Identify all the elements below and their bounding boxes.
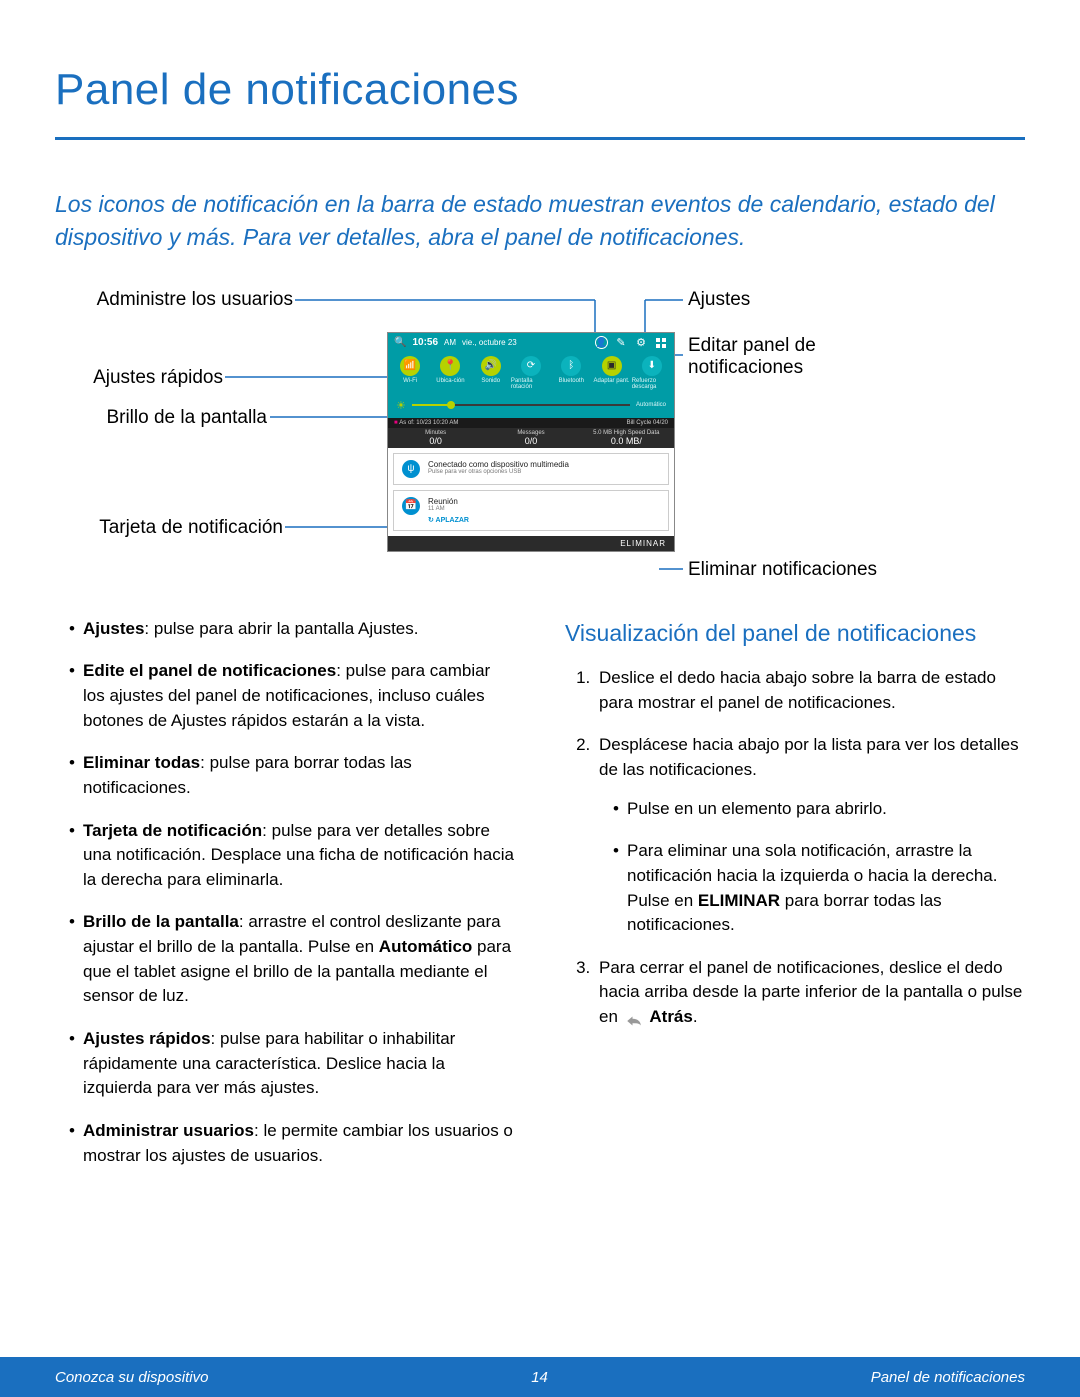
grid-icon [654,336,668,350]
list-item: Para cerrar el panel de notificaciones, … [595,956,1025,1030]
list-item: Eliminar todas: pulse para borrar todas … [69,751,515,800]
list-item: Edite el panel de notificaciones: pulse … [69,659,515,733]
rotation-icon: ⟳ [521,356,541,376]
footer-right: Panel de notificaciones [871,1369,1025,1386]
back-icon [625,1011,643,1025]
callout-notification-card: Tarjeta de notificación [55,517,283,539]
usb-icon: ψ [402,460,420,478]
gear-icon: ⚙ [634,336,648,350]
annotated-diagram: Administre los usuarios Ajustes rápidos … [55,287,1025,587]
sound-icon: 🔊 [481,356,501,376]
brightness-icon: ☀ [396,399,406,412]
brightness-slider: ☀ Automático [388,396,674,418]
adapt-icon: ▣ [602,356,622,376]
notification-card-calendar: 📅 Reunión 11 AM ↻ APLAZAR [393,490,669,531]
page-title: Panel de notificaciones [55,65,1025,140]
usage-row: Minutes0/0 Messages0/0 5.0 MB High Speed… [388,428,674,448]
bluetooth-icon: ᛒ [561,356,581,376]
list-item: Brillo de la pantalla: arrastre el contr… [69,910,515,1009]
callout-manage-users: Administre los usuarios [55,289,293,311]
list-item: Tarjeta de notificación: pulse para ver … [69,819,515,893]
callout-quick-settings: Ajustes rápidos [55,367,223,389]
notification-panel-mock: 🔍 10:56 AM vie., octubre 23 👤 ✎ ⚙ 📶Wi-Fi… [387,332,675,552]
settings-pencil-icon: ✎ [614,336,628,350]
intro-text: Los iconos de notificación en la barra d… [55,188,1025,255]
callout-settings: Ajustes [688,289,750,311]
location-icon: 📍 [440,356,460,376]
subheading: Visualización del panel de notificacione… [565,617,1025,650]
list-item: Ajustes rápidos: pulse para habilitar o … [69,1027,515,1101]
footer-left: Conozca su dispositivo [55,1369,208,1386]
steps-list: Deslice el dedo hacia abajo sobre la bar… [565,666,1025,1030]
list-item: Pulse en un elemento para abrirlo. [613,797,1025,822]
search-icon: 🔍 [394,337,406,348]
download-boost-icon: ⬇ [642,356,662,376]
status-time: 10:56 [412,337,438,348]
quick-settings-row: 📶Wi-Fi 📍Ubica-ción 🔊Sonido ⟳Pantalla rot… [388,352,674,396]
list-item: Deslice el dedo hacia abajo sobre la bar… [595,666,1025,715]
footer-page-number: 14 [531,1369,548,1386]
list-item: Desplácese hacia abajo por la lista para… [595,733,1025,937]
notification-card-usb: ψ Conectado como dispositivo multimedia … [393,453,669,485]
callout-edit-panel: Editar panel de notificaciones [688,335,888,379]
page-footer: Conozca su dispositivo 14 Panel de notif… [0,1357,1080,1397]
callout-clear-notifications: Eliminar notificaciones [688,559,877,581]
list-item: Para eliminar una sola notificación, arr… [613,839,1025,938]
list-item: Ajustes: pulse para abrir la pantalla Aj… [69,617,515,642]
feature-bullets: Ajustes: pulse para abrir la pantalla Aj… [55,617,515,1187]
calendar-icon: 📅 [402,497,420,515]
wifi-icon: 📶 [400,356,420,376]
callout-brightness: Brillo de la pantalla [55,407,267,429]
clear-all-button: ELIMINAR [388,536,674,551]
list-item: Administrar usuarios: le permite cambiar… [69,1119,515,1168]
user-icon: 👤 [595,336,608,349]
